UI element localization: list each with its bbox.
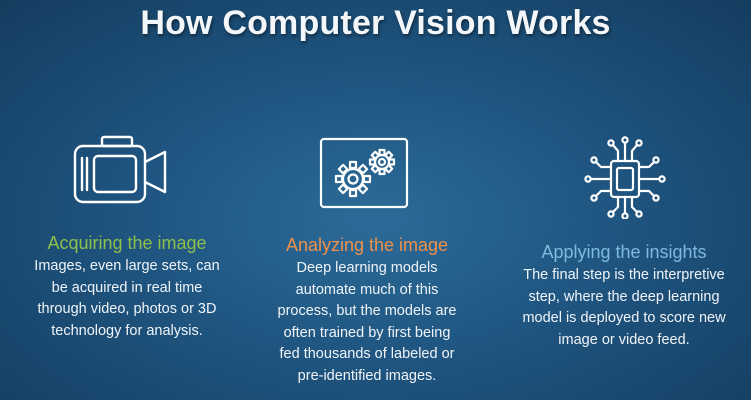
camera-icon [72, 134, 168, 206]
step-acquiring: Acquiring the image Images, even large s… [22, 232, 232, 342]
description-line: Images, even large sets, can [34, 258, 220, 274]
step-heading-acquiring: Acquiring the image [47, 233, 207, 253]
description-line: step, where the deep learning [528, 288, 720, 305]
description-line: fed thousands of labeled or [279, 346, 455, 362]
step-heading-applying: Applying the insights [541, 242, 707, 262]
step-description-applying: The final step is the interpretive step,… [513, 265, 735, 351]
description-line: process, but the models are [277, 303, 457, 319]
description-line: be acquired in real time [51, 279, 203, 296]
description-line: The final step is the interpretive [523, 267, 725, 283]
description-line: pre-identified images. [297, 367, 437, 384]
step-heading-analyzing: Analyzing the image [285, 235, 449, 255]
step-analyzing: Analyzing the image Deep learning models… [262, 234, 472, 387]
description-line: Deep learning models [296, 260, 438, 276]
description-line: technology for analysis. [51, 322, 203, 339]
description-line: often trained by first being [283, 324, 451, 341]
step-applying: Applying the insights The final step is … [513, 241, 735, 351]
step-description-acquiring: Images, even large sets, can be acquired… [22, 256, 232, 342]
description-line: automate much of this [295, 281, 439, 298]
step-description-analyzing: Deep learning models automate much of th… [262, 258, 472, 387]
gears-icon [319, 137, 409, 209]
description-line: model is deployed to score new [522, 310, 726, 326]
description-line: through video, photos or 3D [37, 301, 217, 317]
page-title: How Computer Vision Works [140, 4, 611, 42]
chip-icon [583, 135, 667, 219]
description-line: image or video feed. [558, 331, 690, 348]
